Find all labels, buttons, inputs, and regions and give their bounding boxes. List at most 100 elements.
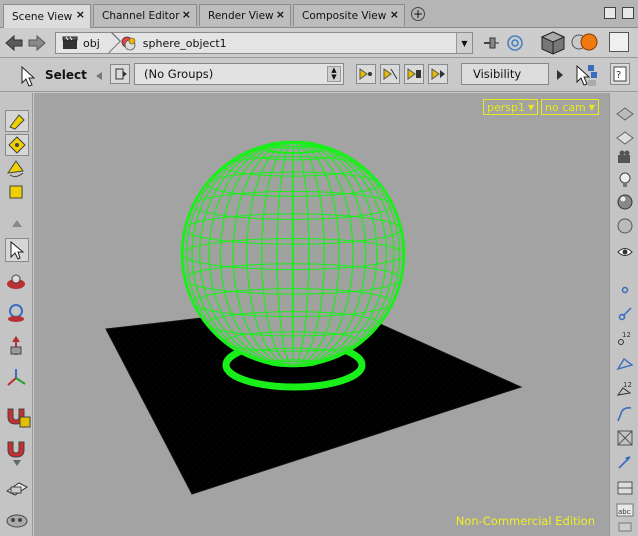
group-type-icon[interactable] [110, 64, 130, 84]
select-edges-icon[interactable] [380, 64, 400, 84]
path-segment-obj[interactable]: obj [56, 33, 106, 53]
path-field[interactable]: obj sphere_object1 ▼ [55, 32, 473, 54]
visibility-button[interactable]: Visibility [461, 63, 549, 85]
view-camera-label: no cam [545, 100, 586, 114]
scene-canvas[interactable] [34, 93, 609, 536]
overflow-icon[interactable] [616, 521, 634, 536]
view-tool-icon[interactable] [5, 271, 29, 293]
add-tab-icon[interactable]: + [411, 7, 425, 21]
select-primitives-icon[interactable] [404, 64, 424, 84]
curve-display-icon[interactable] [616, 405, 634, 423]
prim-number-icon[interactable]: 12 [616, 379, 634, 397]
link-icon[interactable] [506, 34, 524, 52]
paint-tool-icon[interactable] [5, 509, 29, 531]
path-object-label: sphere_object1 [142, 36, 227, 50]
left-toolbar [0, 93, 33, 536]
tab-scene-view[interactable]: Scene View × [3, 4, 91, 28]
select-mode-label[interactable]: Select [45, 68, 87, 82]
tab-bar-controls [604, 7, 634, 19]
chevron-up-icon[interactable] [11, 218, 23, 228]
tab-label: Scene View [12, 10, 73, 23]
axis-tool-icon[interactable] [5, 367, 29, 389]
scene-viewport[interactable]: persp1 ▼ no cam ▼ Non-Commercial Edition [34, 93, 609, 536]
cube-icon[interactable] [540, 30, 566, 56]
close-icon[interactable]: × [76, 8, 85, 21]
point-normal-icon[interactable] [616, 305, 634, 323]
clapperboard-icon [62, 36, 78, 49]
point-number-icon[interactable]: 12 [616, 329, 634, 347]
pane-menu-icon[interactable] [622, 7, 634, 19]
tab-label: Channel Editor [102, 9, 180, 22]
select-points-icon[interactable] [356, 64, 376, 84]
chevron-left-icon[interactable] [95, 71, 103, 81]
pose-tool-icon[interactable] [5, 303, 29, 325]
prim-display-icon[interactable] [616, 355, 634, 373]
arrow-left-icon[interactable] [4, 34, 24, 52]
tab-bar: Scene View × Channel Editor × Render Vie… [0, 0, 638, 28]
chevron-down-icon[interactable] [12, 459, 22, 467]
sphere-wireframe[interactable] [180, 140, 406, 368]
ground-plane-icon[interactable] [616, 129, 634, 147]
visibility-label: Visibility [473, 67, 522, 81]
sphere-shading-icon[interactable] [616, 217, 634, 235]
help-icon[interactable]: ? [610, 63, 630, 85]
uv-display-icon[interactable] [616, 479, 634, 497]
bounding-box-icon[interactable] [616, 429, 634, 447]
transform-handle-icon[interactable] [5, 134, 29, 156]
window-icon[interactable] [609, 32, 629, 52]
geometry-object-icon [121, 36, 136, 51]
svg-text:?: ? [616, 70, 621, 81]
tab-label: Composite View [302, 9, 387, 22]
select-arrow-icon[interactable] [5, 238, 29, 262]
chevron-down-icon: ▼ [527, 102, 535, 112]
group-selector[interactable]: (No Groups) ▲ ▼ [134, 63, 344, 85]
path-root-label: obj [83, 36, 100, 50]
arrow-right-icon[interactable] [27, 34, 47, 52]
point-display-icon[interactable] [616, 281, 634, 299]
handle-tool-icon[interactable] [5, 110, 29, 132]
close-icon[interactable]: × [390, 8, 399, 21]
render-sphere-icon[interactable] [570, 32, 600, 54]
group-selector-value: (No Groups) [144, 67, 214, 81]
edition-watermark: Non-Commercial Edition [455, 514, 595, 528]
scale-handle-icon[interactable] [5, 182, 29, 204]
move-tool-icon[interactable] [5, 335, 29, 357]
select-toolbar: Select (No Groups) ▲ ▼ Visibility ? [0, 58, 638, 92]
close-icon[interactable]: × [276, 8, 285, 21]
chevron-right-icon[interactable] [556, 69, 564, 81]
camera-label: persp1 [487, 100, 525, 114]
right-toolbar: 12 12 abc [609, 93, 638, 536]
svg-text:12: 12 [622, 331, 631, 339]
maximize-pane-icon[interactable] [604, 7, 616, 19]
close-icon[interactable]: × [182, 8, 191, 21]
light-icon[interactable] [616, 171, 634, 189]
chevron-down-icon: ▼ [588, 102, 595, 112]
select-vertices-icon[interactable] [428, 64, 448, 84]
path-segment-object[interactable]: sphere_object1 [114, 33, 233, 53]
text-label-icon[interactable]: abc [616, 501, 634, 519]
pointer-tool-icon[interactable] [18, 65, 40, 89]
tab-render-view[interactable]: Render View × [199, 4, 291, 26]
chevron-down-icon[interactable]: ▼ [456, 33, 472, 53]
path-bar: obj sphere_object1 ▼ [0, 28, 638, 58]
grid-display-icon[interactable] [616, 105, 634, 123]
pin-icon[interactable] [482, 35, 500, 51]
snapping-icon[interactable] [574, 63, 602, 89]
tab-label: Render View [208, 9, 274, 22]
peak-tool-icon[interactable] [5, 438, 29, 460]
chevron-updown-icon: ▲ ▼ [327, 66, 341, 82]
path-separator [106, 33, 114, 53]
view-camera-menu[interactable]: no cam ▼ [541, 99, 599, 115]
tab-composite-view[interactable]: Composite View × [293, 4, 405, 26]
camera-icon[interactable] [616, 149, 634, 167]
brush-icon[interactable] [18, 415, 32, 429]
rotate-handle-icon[interactable] [5, 158, 29, 180]
svg-text:abc: abc [618, 508, 631, 516]
sculpt-tool-icon[interactable] [5, 477, 29, 499]
vector-display-icon[interactable] [616, 453, 634, 471]
shading-icon[interactable] [616, 193, 634, 211]
camera-menu[interactable]: persp1 ▼ [483, 99, 539, 115]
svg-text:12: 12 [623, 381, 632, 389]
display-options-icon[interactable] [616, 243, 634, 261]
tab-channel-editor[interactable]: Channel Editor × [93, 4, 197, 26]
